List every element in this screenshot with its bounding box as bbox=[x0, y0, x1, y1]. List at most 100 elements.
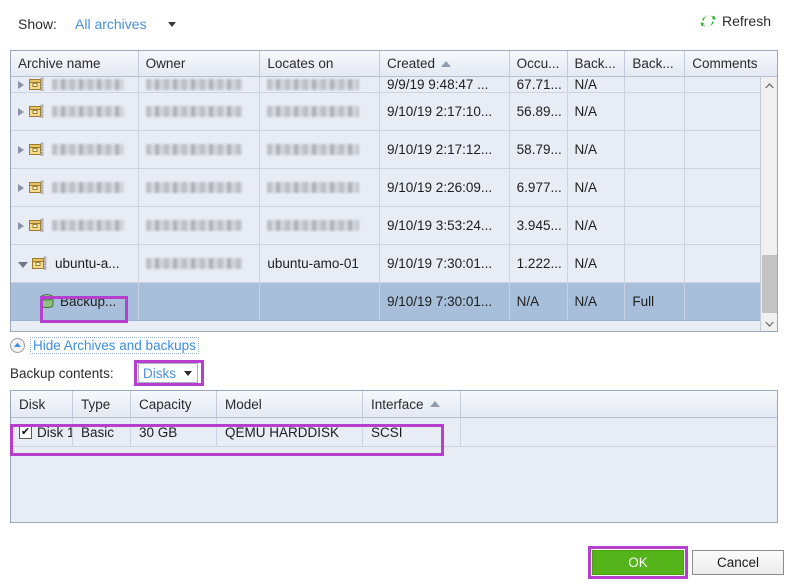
disk-column-header-label: Type bbox=[81, 396, 111, 412]
disks-grid: Disk Type Capacity Model Interface ✔ Disk 1 Ba… bbox=[10, 390, 778, 523]
collapse-triangle-icon[interactable] bbox=[18, 261, 28, 268]
cell-occupied: 6.977... bbox=[510, 169, 568, 206]
archives-grid-header: Archive name Owner Locates on Created Occu..… bbox=[11, 51, 777, 77]
table-row[interactable]: Backup... 9/10/19 7:30:01... N/A N/A Full bbox=[11, 283, 777, 321]
cell-archive_name bbox=[11, 131, 139, 168]
cell-text: ubuntu-a... bbox=[55, 256, 120, 271]
archives-vertical-scrollbar[interactable] bbox=[760, 77, 777, 331]
column-header-comments[interactable]: Comments bbox=[685, 51, 777, 76]
scroll-down-button[interactable] bbox=[761, 315, 777, 331]
disks-grid-body: ✔ Disk 1 Basic 30 GB QEMU HARDDISK SCSI bbox=[11, 418, 777, 447]
cell-archive_name bbox=[11, 169, 139, 206]
disk-cell-text: Basic bbox=[81, 424, 115, 440]
disk-column-header-capacity[interactable]: Capacity bbox=[131, 391, 217, 417]
cell-text: 9/10/19 2:17:12... bbox=[387, 142, 493, 157]
redacted-text bbox=[267, 79, 360, 90]
cell-text: N/A bbox=[574, 77, 598, 92]
archive-icon bbox=[32, 256, 47, 270]
chevron-down-icon[interactable] bbox=[168, 22, 176, 27]
cancel-button[interactable]: Cancel bbox=[692, 550, 784, 575]
cell-occupied: N/A bbox=[510, 283, 568, 320]
cell-occupied: 56.89... bbox=[510, 93, 568, 130]
disk-cell-text: 30 GB bbox=[139, 424, 178, 440]
disk-column-header-type[interactable]: Type bbox=[73, 391, 131, 417]
redacted-text bbox=[267, 144, 360, 155]
column-header-label: Locates on bbox=[267, 56, 334, 71]
cell-created: 9/10/19 7:30:01... bbox=[380, 245, 510, 282]
column-header-label: Owner bbox=[145, 56, 186, 71]
redacted-text bbox=[145, 144, 242, 155]
cell-backup2 bbox=[625, 169, 686, 206]
scrollbar-thumb[interactable] bbox=[762, 255, 777, 313]
column-header-label: Back... bbox=[574, 56, 616, 71]
hide-archives-link[interactable]: Hide Archives and backups bbox=[10, 337, 199, 354]
expand-triangle-icon[interactable] bbox=[18, 221, 24, 230]
cell-locates_on bbox=[260, 283, 381, 320]
cell-occupied: 1.222... bbox=[510, 245, 568, 282]
archive-icon bbox=[29, 142, 44, 156]
column-header-owner[interactable]: Owner bbox=[139, 51, 261, 76]
disk-cell-model: QEMU HARDDISK bbox=[217, 418, 363, 446]
cell-text: 56.89... bbox=[516, 104, 562, 119]
table-row[interactable]: 9/10/19 2:17:12... 58.79... N/A bbox=[11, 131, 777, 169]
disk-column-header-blank[interactable] bbox=[461, 391, 777, 417]
disk-column-header-disk[interactable]: Disk bbox=[11, 391, 73, 417]
cell-backup1: N/A bbox=[568, 207, 626, 244]
ok-button[interactable]: OK bbox=[592, 550, 684, 575]
redacted-text bbox=[52, 79, 124, 90]
cancel-label: Cancel bbox=[716, 555, 760, 570]
cell-locates_on: ubuntu-amo-01 bbox=[260, 245, 381, 282]
cell-created: 9/10/19 3:53:24... bbox=[380, 207, 510, 244]
cell-created: 9/10/19 7:30:01... bbox=[380, 283, 510, 320]
column-header-archive_name[interactable]: Archive name bbox=[11, 51, 139, 76]
scroll-up-button[interactable] bbox=[761, 77, 777, 94]
redacted-text bbox=[52, 106, 124, 117]
column-header-backup2[interactable]: Back... bbox=[625, 51, 686, 76]
table-row[interactable]: ubuntu-a... ubuntu-amo-01 9/10/19 7:30:01.… bbox=[11, 245, 777, 283]
expand-triangle-icon[interactable] bbox=[18, 145, 24, 154]
cell-owner bbox=[139, 77, 261, 92]
column-header-created[interactable]: Created bbox=[380, 51, 510, 76]
collapse-up-icon bbox=[10, 338, 25, 353]
redacted-text bbox=[145, 258, 242, 269]
column-header-locates_on[interactable]: Locates on bbox=[260, 51, 381, 76]
archive-icon bbox=[29, 180, 44, 194]
cell-locates_on bbox=[260, 93, 381, 130]
expand-triangle-icon[interactable] bbox=[18, 183, 24, 192]
cell-backup1: N/A bbox=[568, 131, 626, 168]
show-filter-dropdown[interactable]: All archives bbox=[75, 16, 147, 32]
cell-created: 9/10/19 2:17:10... bbox=[380, 93, 510, 130]
disk-select-checkbox[interactable]: ✔ bbox=[19, 425, 32, 439]
chevron-up-icon bbox=[764, 82, 774, 88]
cell-backup2 bbox=[625, 77, 686, 92]
disk-column-header-label: Model bbox=[225, 396, 262, 412]
disk-column-header-model[interactable]: Model bbox=[217, 391, 363, 417]
disk-column-header-label: Interface bbox=[371, 396, 424, 412]
cell-text: 1.222... bbox=[516, 256, 562, 271]
cell-locates_on bbox=[260, 169, 381, 206]
sort-ascending-icon bbox=[429, 401, 440, 407]
chevron-down-icon[interactable] bbox=[184, 371, 192, 376]
column-header-label: Comments bbox=[692, 56, 758, 71]
cell-backup1: N/A bbox=[568, 93, 626, 130]
expand-triangle-icon[interactable] bbox=[18, 107, 24, 116]
cell-text: 6.977... bbox=[516, 180, 562, 195]
cell-archive_name: Backup... bbox=[11, 283, 139, 320]
disk-column-header-interface[interactable]: Interface bbox=[363, 391, 461, 417]
cell-text: 9/10/19 7:30:01... bbox=[387, 256, 493, 271]
refresh-button[interactable]: Refresh bbox=[700, 13, 771, 29]
column-header-backup1[interactable]: Back... bbox=[568, 51, 626, 76]
column-header-occupied[interactable]: Occu... bbox=[510, 51, 568, 76]
table-row[interactable]: 9/10/19 2:26:09... 6.977... N/A bbox=[11, 169, 777, 207]
disk-table-row[interactable]: ✔ Disk 1 Basic 30 GB QEMU HARDDISK SCSI bbox=[11, 418, 777, 447]
table-row[interactable]: 9/10/19 2:17:10... 56.89... N/A bbox=[11, 93, 777, 131]
backup-contents-label: Backup contents: bbox=[10, 366, 114, 381]
cell-archive_name: ubuntu-a... bbox=[11, 245, 139, 282]
cell-text: N/A bbox=[574, 142, 598, 157]
table-row[interactable]: 9/10/19 3:53:24... 3.945... N/A bbox=[11, 207, 777, 245]
cell-locates_on bbox=[260, 131, 381, 168]
column-header-label: Created bbox=[387, 56, 436, 71]
cell-owner bbox=[139, 93, 261, 130]
table-row[interactable]: 9/9/19 9:48:47 ... 67.71... N/A bbox=[11, 77, 777, 93]
expand-triangle-icon[interactable] bbox=[18, 80, 24, 89]
